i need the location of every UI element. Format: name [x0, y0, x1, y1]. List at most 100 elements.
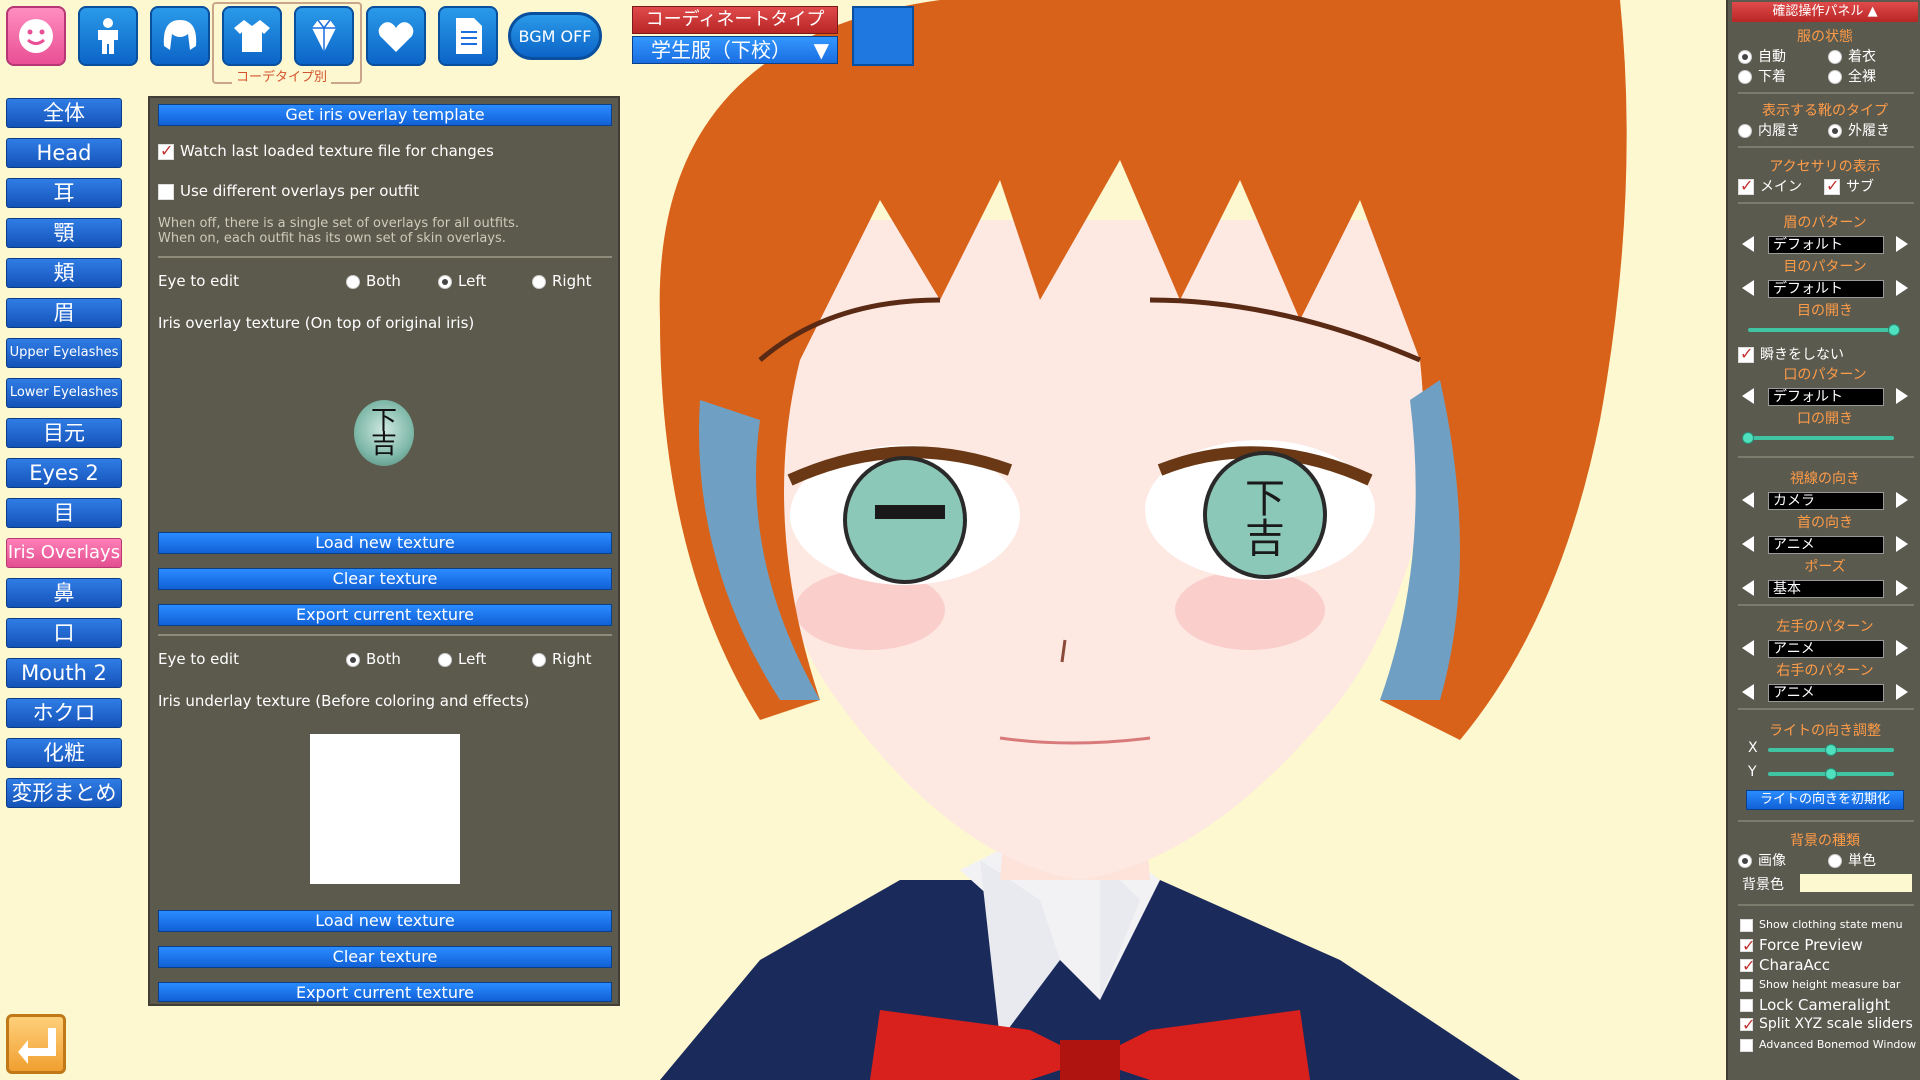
lock-cameralight-checkbox[interactable]: Lock Cameralight [1740, 996, 1890, 1014]
accessory-sub-checkbox[interactable]: サブ [1824, 176, 1874, 196]
arrow-left-icon[interactable] [1742, 536, 1754, 552]
overlay-clear-texture-button[interactable]: Clear texture [158, 568, 612, 590]
arrow-right-icon[interactable] [1896, 492, 1908, 508]
category-item-eyebrows[interactable]: 眉 [6, 298, 122, 328]
clothes-state-title: 服の状態 [1797, 29, 1853, 45]
underlay-clear-texture-button[interactable]: Clear texture [158, 946, 612, 968]
category-item-moles[interactable]: ホクロ [6, 698, 122, 728]
arrow-left-icon[interactable] [1742, 580, 1754, 596]
category-item-deform-summary[interactable]: 変形まとめ [6, 778, 122, 808]
arrow-right-icon[interactable] [1896, 536, 1908, 552]
control-panel-header[interactable]: 確認操作パネル ▲ [1732, 2, 1918, 22]
light-reset-button[interactable]: ライトの向きを初期化 [1746, 790, 1904, 810]
overlay-eye-left-option[interactable]: Left [438, 272, 486, 290]
neck-title: 首の向き [1797, 515, 1853, 531]
eye-open-slider[interactable] [1748, 328, 1894, 332]
overlay-load-texture-button[interactable]: Load new texture [158, 532, 612, 554]
force-preview-checkbox[interactable]: Force Preview [1740, 936, 1863, 955]
arrow-right-icon[interactable] [1896, 684, 1908, 700]
underlay-export-texture-button[interactable]: Export current texture [158, 982, 612, 1002]
height-bar-checkbox[interactable]: Show height measure bar [1740, 978, 1900, 992]
pose-select[interactable]: 基本 [1768, 580, 1884, 598]
category-item-mouth[interactable]: 口 [6, 618, 122, 648]
arrow-left-icon[interactable] [1742, 640, 1754, 656]
bg-color-swatch[interactable] [1800, 874, 1912, 892]
overlay-export-texture-button[interactable]: Export current texture [158, 604, 612, 626]
radio-icon [532, 274, 546, 289]
watch-file-checkbox[interactable] [158, 141, 174, 160]
split-xyz-checkbox[interactable]: Split XYZ scale sliders [1740, 1015, 1913, 1034]
arrow-left-icon[interactable] [1742, 684, 1754, 700]
category-item-lower-eyelashes[interactable]: Lower Eyelashes [6, 378, 122, 408]
category-item-eye-area[interactable]: 目元 [6, 418, 122, 448]
category-item-ears[interactable]: 耳 [6, 178, 122, 208]
coordinate-color-swatch[interactable] [852, 6, 914, 66]
checkbox-icon [1740, 999, 1753, 1012]
get-template-button[interactable]: Get iris overlay template [158, 104, 612, 126]
eye-open-slider-knob[interactable] [1888, 324, 1900, 336]
arrow-left-icon[interactable] [1742, 280, 1754, 296]
adv-bonemod-checkbox[interactable]: Advanced Bonemod Window [1740, 1038, 1916, 1052]
arrow-right-icon[interactable] [1896, 388, 1908, 404]
coordinate-type-dropdown[interactable]: 学生服（下校） ▼ [632, 36, 838, 64]
arrow-left-icon[interactable] [1742, 236, 1754, 252]
category-item-makeup[interactable]: 化粧 [6, 738, 122, 768]
shoe-outdoor-option[interactable]: 外履き [1828, 120, 1890, 140]
clothes-naked-option[interactable]: 全裸 [1828, 66, 1876, 86]
accessory-main-checkbox[interactable]: メイン [1738, 176, 1802, 196]
light-x-slider-knob[interactable] [1825, 744, 1837, 756]
arrow-right-icon[interactable] [1896, 580, 1908, 596]
overlay-eye-right-option[interactable]: Right [532, 272, 592, 290]
arrow-left-icon[interactable] [1742, 388, 1754, 404]
category-item-cheeks[interactable]: 頬 [6, 258, 122, 288]
underlay-eye-left-option[interactable]: Left [438, 650, 486, 668]
mouth-open-slider-knob[interactable] [1742, 432, 1754, 444]
underlay-eye-right-option[interactable]: Right [532, 650, 592, 668]
clothes-auto-option[interactable]: 自動 [1738, 46, 1786, 66]
category-item-head[interactable]: Head [6, 138, 122, 168]
heart-button[interactable] [366, 6, 426, 66]
underlay-load-texture-button[interactable]: Load new texture [158, 910, 612, 932]
clothes-underwear-option[interactable]: 下着 [1738, 66, 1786, 86]
per-outfit-checkbox-row[interactable]: Use different overlays per outfit [158, 182, 419, 200]
right-hand-select[interactable]: アニメ [1768, 684, 1884, 702]
document-button[interactable] [438, 6, 498, 66]
body-button[interactable] [78, 6, 138, 66]
arrow-left-icon[interactable] [1742, 492, 1754, 508]
bg-image-option[interactable]: 画像 [1738, 850, 1786, 870]
back-button[interactable] [6, 1014, 66, 1074]
shoe-indoor-option[interactable]: 内履き [1738, 120, 1800, 140]
category-item-mouth-2[interactable]: Mouth 2 [6, 658, 122, 688]
show-clothing-menu-checkbox[interactable]: Show clothing state menu [1740, 918, 1903, 932]
svg-text:吉: 吉 [1245, 516, 1285, 562]
underlay-eye-both-option[interactable]: Both [346, 650, 401, 668]
light-y-slider-knob[interactable] [1825, 768, 1837, 780]
bgm-toggle-button[interactable]: BGM OFF [508, 12, 602, 60]
arrow-right-icon[interactable] [1896, 640, 1908, 656]
category-item-eyes-2[interactable]: Eyes 2 [6, 458, 122, 488]
face-button[interactable] [6, 6, 66, 66]
mouth-open-slider[interactable] [1748, 436, 1894, 440]
hair-button[interactable] [150, 6, 210, 66]
category-item-chin[interactable]: 顎 [6, 218, 122, 248]
overlay-eye-both-option[interactable]: Both [346, 272, 401, 290]
category-item-eyes[interactable]: 目 [6, 498, 122, 528]
category-item-iris-overlays[interactable]: Iris Overlays [6, 538, 122, 568]
arrow-right-icon[interactable] [1896, 280, 1908, 296]
gaze-select[interactable]: カメラ [1768, 492, 1884, 510]
no-blink-checkbox[interactable]: 瞬きをしない [1738, 344, 1844, 364]
per-outfit-checkbox[interactable] [158, 183, 174, 200]
bg-solid-option[interactable]: 単色 [1828, 850, 1876, 870]
eye-pattern-select[interactable]: デフォルト [1768, 280, 1884, 298]
watch-file-checkbox-row[interactable]: Watch last loaded texture file for chang… [158, 141, 494, 160]
category-item-nose[interactable]: 鼻 [6, 578, 122, 608]
category-item-upper-eyelashes[interactable]: Upper Eyelashes [6, 338, 122, 368]
neck-select[interactable]: アニメ [1768, 536, 1884, 554]
arrow-right-icon[interactable] [1896, 236, 1908, 252]
mouth-pattern-select[interactable]: デフォルト [1768, 388, 1884, 406]
category-item-all[interactable]: 全体 [6, 98, 122, 128]
left-hand-select[interactable]: アニメ [1768, 640, 1884, 658]
clothes-dressed-option[interactable]: 着衣 [1828, 46, 1876, 66]
brow-pattern-select[interactable]: デフォルト [1768, 236, 1884, 254]
chara-acc-checkbox[interactable]: CharaAcc [1740, 956, 1830, 975]
